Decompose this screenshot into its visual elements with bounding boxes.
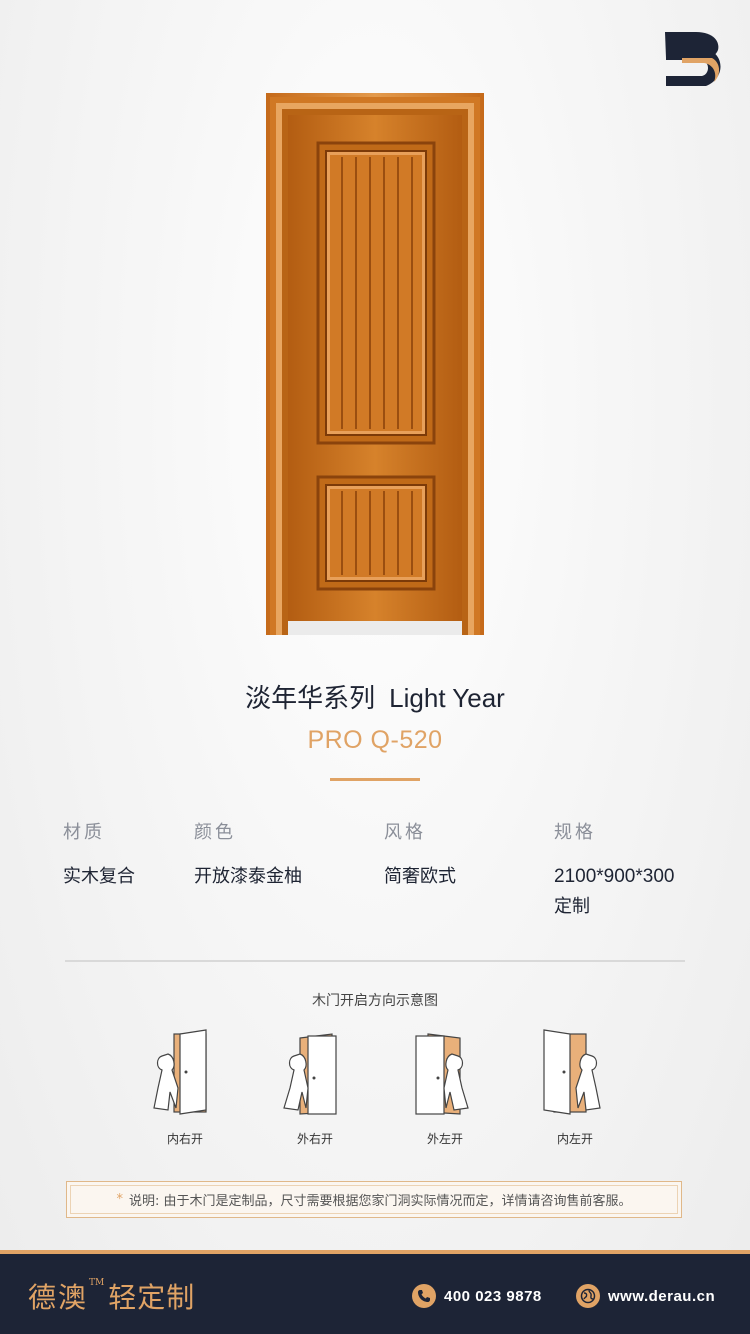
- footer-bar: 德澳 TM 轻定制 400 023 9878 www.derau.cn: [0, 1250, 750, 1334]
- diagram-label: 外右开: [296, 1132, 333, 1146]
- spec-size: 规格 2100*900*300 定制: [554, 818, 674, 922]
- footer-brand: 德澳 TM 轻定制: [28, 1276, 195, 1316]
- diagram-title: 木门开启方向示意图: [312, 993, 438, 1009]
- phone-icon: [412, 1284, 436, 1308]
- spec-size-dimensions: 2100*900*300: [554, 866, 675, 887]
- section-divider: [65, 960, 685, 962]
- website-url: www.derau.cn: [608, 1287, 716, 1305]
- model-number: PRO Q-520: [307, 726, 443, 754]
- series-en: Light Year: [389, 683, 505, 713]
- door-outer-right-icon: [283, 1033, 337, 1115]
- door-image: [266, 93, 484, 635]
- website-link[interactable]: www.derau.cn: [576, 1284, 715, 1308]
- note-star: *: [116, 1192, 123, 1207]
- spec-label: 风格: [384, 822, 426, 843]
- brand-logo-icon: [665, 32, 721, 86]
- spec-style: 风格 简奢欧式: [384, 818, 456, 892]
- brand-name: 德澳: [28, 1281, 89, 1314]
- diagram-inner-right: 内右开: [150, 1028, 220, 1147]
- diagram-label: 内左开: [556, 1132, 593, 1146]
- spec-color: 颜色 开放漆泰金柚: [194, 818, 302, 892]
- trademark-mark: TM: [89, 1278, 105, 1288]
- product-title: 淡年华系列 Light Year: [0, 678, 750, 715]
- spec-label: 规格: [554, 822, 596, 843]
- spec-value: 2100*900*300 定制: [554, 862, 674, 922]
- phone-number: 400 023 9878: [444, 1287, 542, 1305]
- diagram-label: 内右开: [166, 1132, 203, 1146]
- spec-label: 材质: [63, 822, 105, 843]
- spec-value: 简奢欧式: [384, 866, 456, 887]
- spec-value: 实木复合: [63, 866, 135, 887]
- globe-icon: [576, 1284, 600, 1308]
- diagram-outer-right: 外右开: [280, 1028, 350, 1147]
- series-cn: 淡年华系列: [245, 684, 376, 714]
- spec-label: 颜色: [194, 822, 236, 843]
- spec-material: 材质 实木复合: [63, 818, 135, 892]
- door-inner-left-icon: [543, 1029, 601, 1115]
- diagram-inner-left: 内左开: [540, 1028, 610, 1147]
- spec-size-custom: 定制: [554, 896, 590, 917]
- diagram-label: 外左开: [426, 1132, 463, 1146]
- brand-slogan: 轻定制: [108, 1281, 196, 1314]
- door-outer-left-icon: [415, 1033, 469, 1115]
- diagram-outer-left: 外左开: [410, 1028, 480, 1147]
- phone-contact[interactable]: 400 023 9878: [412, 1284, 542, 1308]
- spec-value: 开放漆泰金柚: [194, 866, 302, 887]
- disclaimer-note: * 说明: 由于木门是定制品，尺寸需要根据您家门洞实际情况而定，详情请咨询售前客…: [66, 1181, 682, 1218]
- note-text: 说明: 由于木门是定制品，尺寸需要根据您家门洞实际情况而定，详情请咨询售前客服。: [128, 1194, 632, 1209]
- title-underline: [330, 778, 420, 781]
- door-inner-right-icon: [153, 1029, 207, 1115]
